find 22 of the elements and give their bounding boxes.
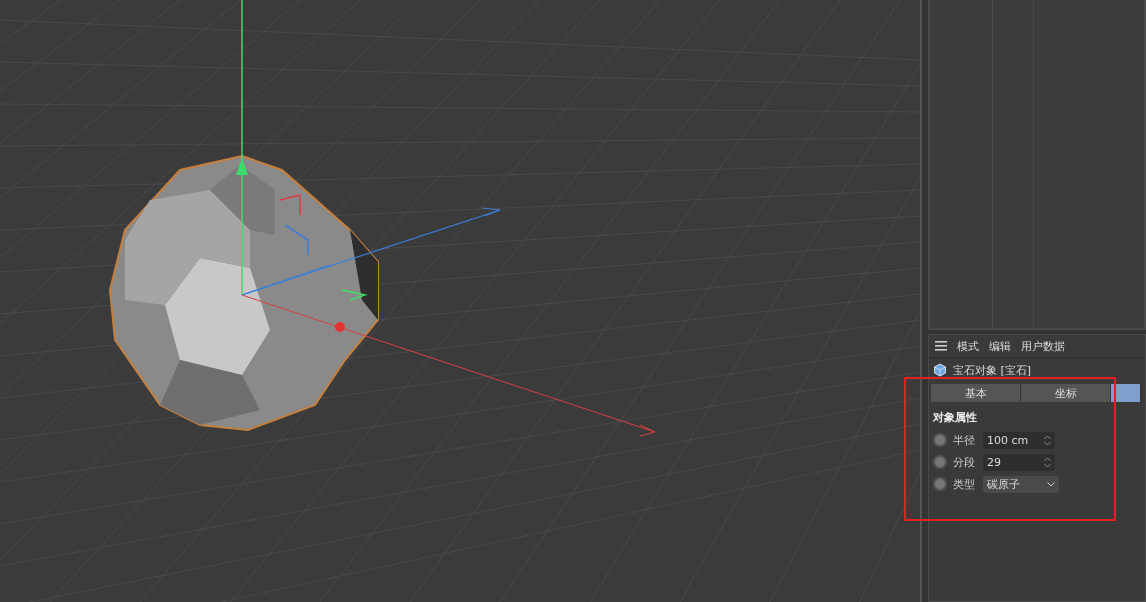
menu-item[interactable]: 编辑 <box>989 338 1011 354</box>
animation-key-icon[interactable] <box>933 455 947 469</box>
tab[interactable] <box>1111 384 1141 402</box>
menu-item[interactable]: 模式 <box>957 338 979 354</box>
menu-item[interactable]: 用户数据 <box>1021 338 1065 354</box>
number-field[interactable]: 100 cm <box>983 431 1055 449</box>
type-dropdown[interactable]: 碳原子 <box>983 475 1059 493</box>
spinner-arrows-icon <box>1044 434 1051 446</box>
chevron-down-icon <box>1047 481 1055 487</box>
animation-key-icon[interactable] <box>933 477 947 491</box>
spinner-arrows-icon <box>1044 456 1051 468</box>
section-title: 对象属性 <box>932 410 978 426</box>
gem-icon <box>933 363 947 377</box>
tab[interactable]: 基本 <box>931 384 1021 402</box>
tab[interactable]: 坐标 <box>1021 384 1111 402</box>
field-label: 半径 <box>953 432 976 448</box>
menu-icon[interactable] <box>935 341 947 351</box>
object-title: 宝石对象 [宝石] <box>953 362 1032 378</box>
number-field[interactable]: 29 <box>983 453 1055 471</box>
field-label: 分段 <box>953 454 976 470</box>
field-label: 类型 <box>953 476 976 492</box>
animation-key-icon[interactable] <box>933 433 947 447</box>
